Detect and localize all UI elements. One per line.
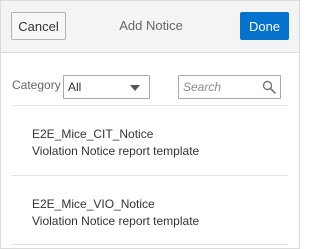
add-notice-dialog: Cancel Add Notice Done Category All E2E_… — [0, 0, 300, 249]
notice-description: Violation Notice report template — [32, 144, 200, 158]
notice-description: Violation Notice report template — [32, 214, 200, 228]
search-input[interactable] — [183, 79, 259, 95]
category-selected-value: All — [68, 80, 82, 94]
notice-list: E2E_Mice_CIT_Notice Violation Notice rep… — [1, 105, 299, 245]
cancel-button[interactable]: Cancel — [11, 12, 66, 40]
search-box[interactable] — [178, 75, 281, 99]
chevron-down-icon — [130, 85, 140, 91]
list-item[interactable]: E2E_Mice_CIT_Notice Violation Notice rep… — [12, 105, 288, 175]
category-label: Category — [12, 78, 61, 92]
done-button[interactable]: Done — [240, 12, 289, 40]
notice-name: E2E_Mice_VIO_Notice — [32, 197, 155, 211]
list-item[interactable]: E2E_Mice_VIO_Notice Violation Notice rep… — [12, 175, 288, 245]
filter-bar: Category All — [1, 53, 299, 105]
category-select[interactable]: All — [63, 75, 150, 99]
dialog-header: Cancel Add Notice Done — [1, 1, 299, 53]
search-icon[interactable] — [262, 80, 276, 94]
notice-name: E2E_Mice_CIT_Notice — [32, 127, 154, 141]
dialog-title: Add Notice — [119, 18, 183, 33]
